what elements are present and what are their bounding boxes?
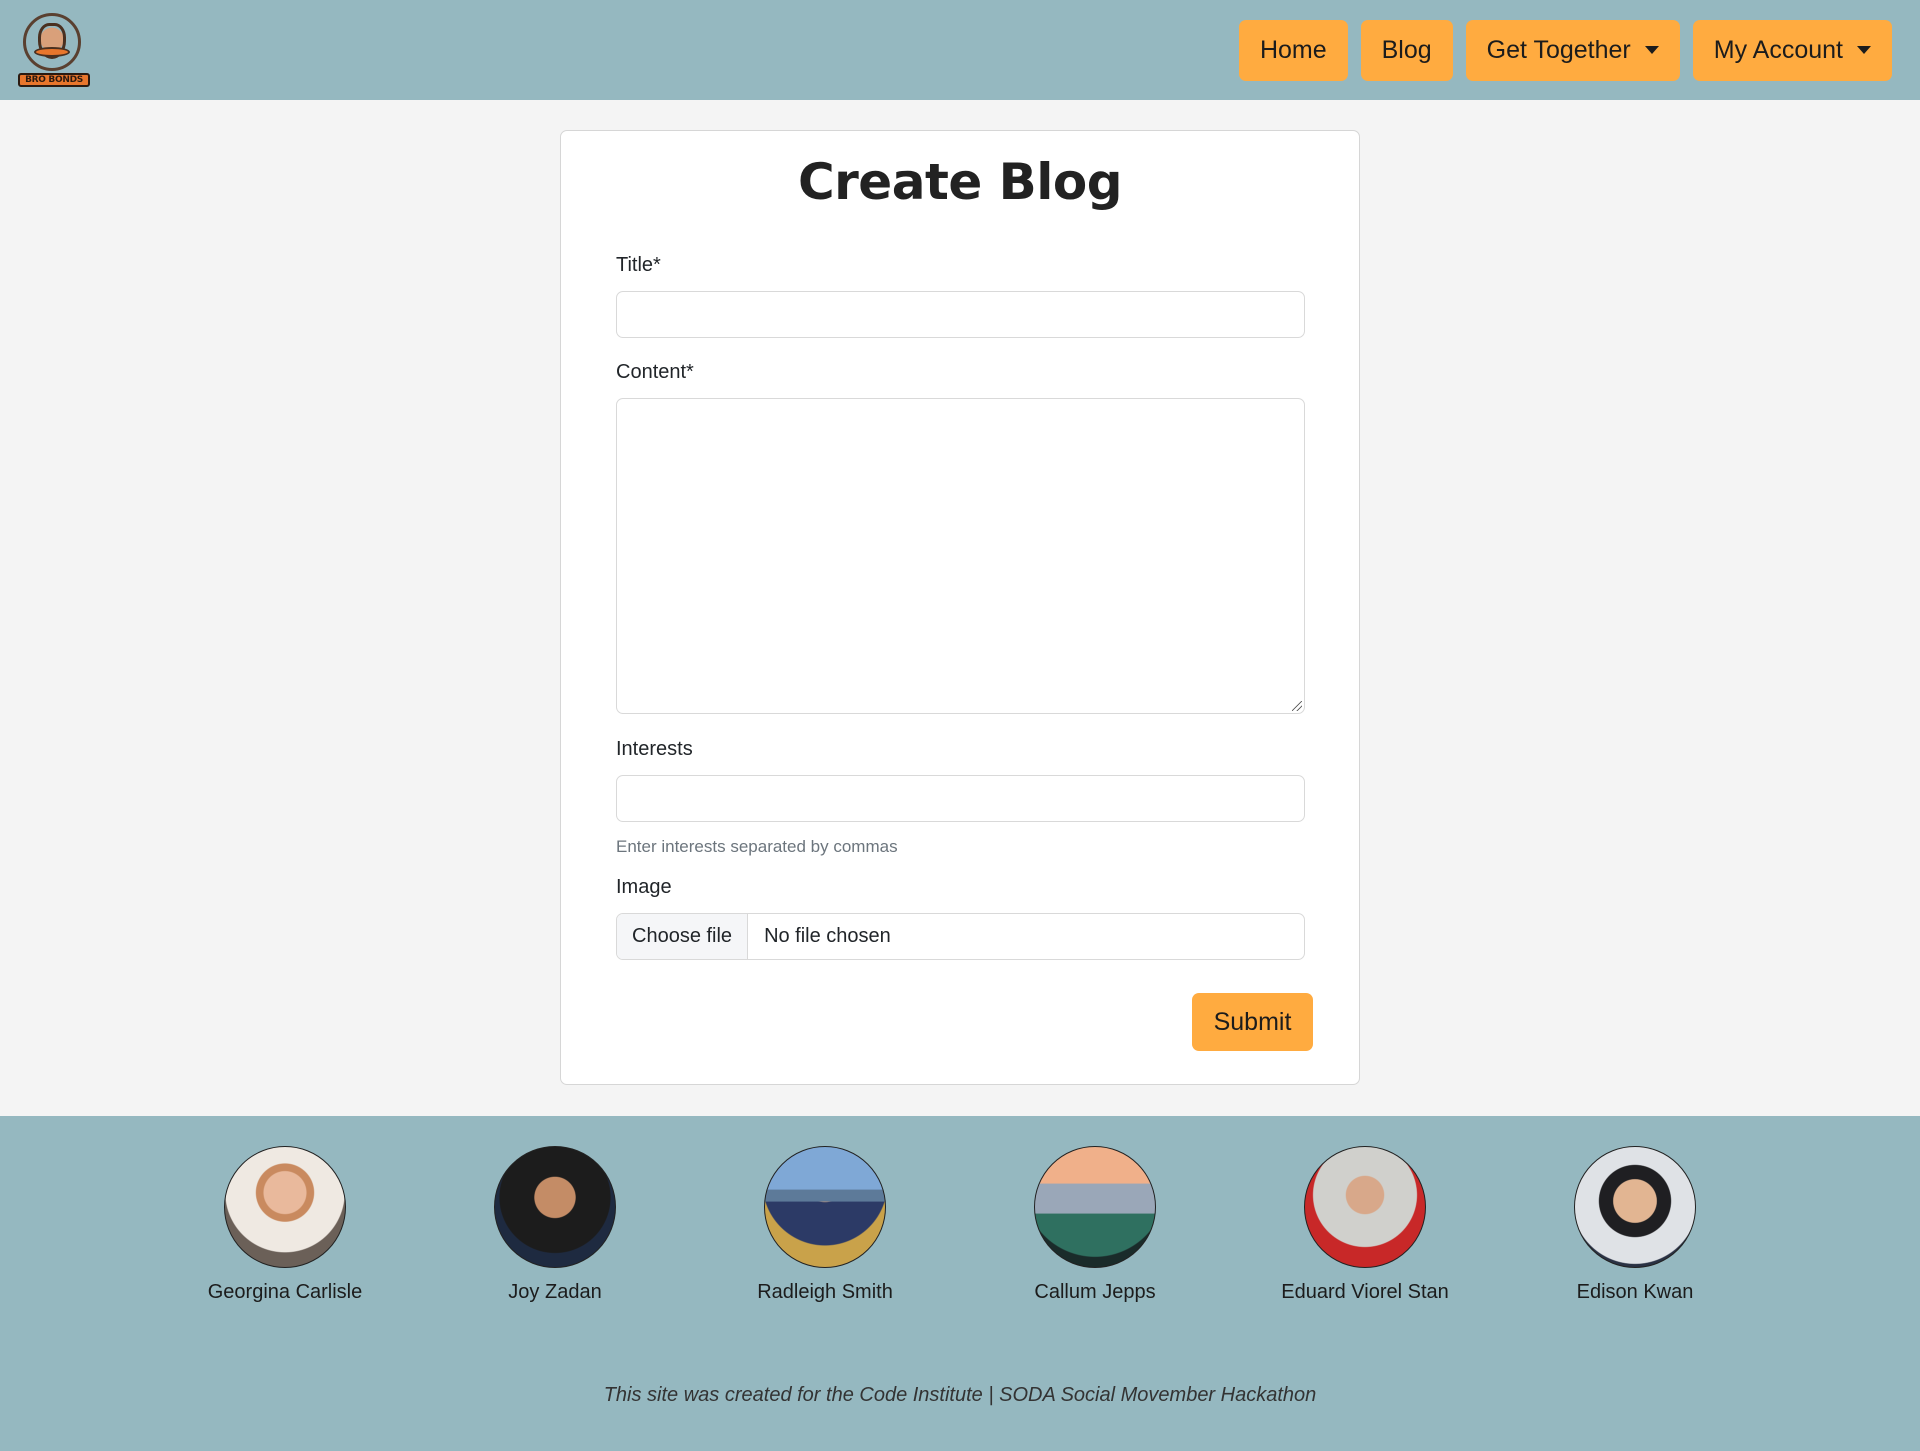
team-member[interactable]: Radleigh Smith xyxy=(725,1146,925,1304)
avatar xyxy=(494,1146,616,1268)
file-status: No file chosen xyxy=(764,925,891,947)
content-label: Content* xyxy=(616,361,694,383)
team-member-name: Georgina Carlisle xyxy=(207,1281,363,1303)
avatar xyxy=(764,1146,886,1268)
nav-menu: Home Blog Get Together My Account xyxy=(1238,19,1892,81)
avatar xyxy=(1034,1146,1156,1268)
image-file-input[interactable]: Choose file No file chosen xyxy=(616,913,1305,960)
team-member-name: Edison Kwan xyxy=(1576,1281,1694,1303)
team-member[interactable]: Joy Zadan xyxy=(455,1146,655,1304)
brand-logo[interactable]: BRO BONDS xyxy=(18,11,90,89)
nav-my-account-dropdown[interactable]: My Account xyxy=(1692,19,1892,81)
team-member-name: Eduard Viorel Stan xyxy=(1281,1281,1449,1303)
team-member[interactable]: Eduard Viorel Stan xyxy=(1265,1146,1465,1304)
team-member[interactable]: Edison Kwan xyxy=(1535,1146,1735,1304)
choose-file-button[interactable]: Choose file xyxy=(617,914,749,959)
team-member-name: Radleigh Smith xyxy=(757,1281,893,1303)
nav-home-label: Home xyxy=(1259,35,1327,64)
interests-label: Interests xyxy=(616,738,693,760)
nav-blog-button[interactable]: Blog xyxy=(1360,19,1453,81)
content-textarea[interactable] xyxy=(616,398,1305,714)
create-blog-card: Create Blog Title* Content* Interests En… xyxy=(560,130,1360,1085)
nav-home-button[interactable]: Home xyxy=(1238,19,1348,81)
submit-button[interactable]: Submit xyxy=(1192,993,1313,1051)
team-member[interactable]: Georgina Carlisle xyxy=(185,1146,385,1304)
resize-handle-icon[interactable] xyxy=(1292,701,1302,711)
nav-get-together-dropdown[interactable]: Get Together xyxy=(1465,19,1680,81)
title-input[interactable] xyxy=(616,291,1305,338)
team-member[interactable]: Callum Jepps xyxy=(995,1146,1195,1304)
interests-help-text: Enter interests separated by commas xyxy=(616,837,898,856)
avatar xyxy=(1304,1146,1426,1268)
site-footer: Georgina Carlisle Joy Zadan Radleigh Smi… xyxy=(0,1116,1920,1451)
chevron-down-icon xyxy=(1857,46,1871,54)
image-label: Image xyxy=(616,876,672,898)
interests-input[interactable] xyxy=(616,775,1305,822)
nav-get-together-label: Get Together xyxy=(1486,35,1631,64)
main-content: Create Blog Title* Content* Interests En… xyxy=(0,100,1920,1116)
avatar xyxy=(1574,1146,1696,1268)
logo-text: BRO BONDS xyxy=(18,73,90,87)
nav-my-account-label: My Account xyxy=(1713,35,1843,64)
team-member-name: Joy Zadan xyxy=(508,1281,602,1303)
footer-credit: This site was created for the Code Insti… xyxy=(603,1384,1317,1406)
page-title: Create Blog xyxy=(797,153,1123,211)
logo-mustache-icon xyxy=(34,47,70,57)
chevron-down-icon xyxy=(1644,46,1659,54)
top-navbar: BRO BONDS Home Blog Get Together My Acco… xyxy=(0,0,1920,100)
title-label: Title* xyxy=(616,254,661,276)
avatar xyxy=(224,1146,346,1268)
team-member-name: Callum Jepps xyxy=(1034,1281,1156,1303)
nav-blog-label: Blog xyxy=(1381,35,1432,64)
